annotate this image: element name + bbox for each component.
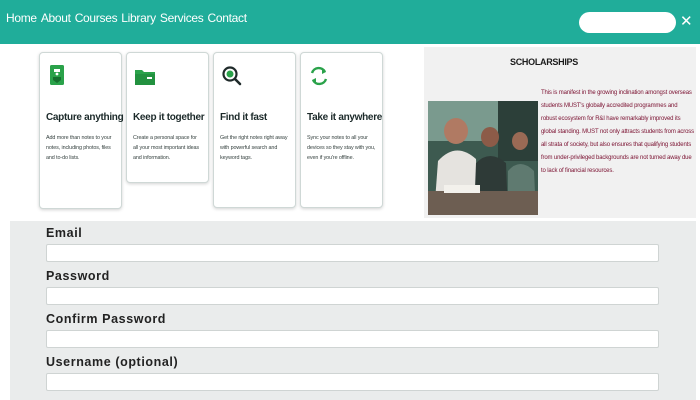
card-description: Add more than notes to your notes, inclu…: [46, 135, 112, 161]
close-icon[interactable]: ✕: [680, 12, 693, 31]
password-label: Password: [46, 269, 110, 283]
card-title: Keep it together: [133, 112, 205, 123]
feature-card-capture[interactable]: Capture anything Add more than notes to …: [39, 52, 124, 209]
card-description: Sync your notes to all your devices so t…: [307, 135, 376, 161]
feature-card-find[interactable]: Find it fast Get the right notes right a…: [213, 52, 296, 208]
email-label: Email: [46, 226, 83, 240]
card-title: Capture anything: [46, 112, 124, 123]
nav-link-library[interactable]: Library: [121, 11, 156, 25]
nav-link-courses[interactable]: Courses: [75, 11, 118, 25]
feature-card-keep[interactable]: Keep it together Create a personal space…: [126, 52, 209, 183]
password-field[interactable]: [46, 287, 659, 305]
nav-link-services[interactable]: Services: [160, 11, 204, 25]
nav-link-about[interactable]: About: [41, 11, 71, 25]
nav-link-home[interactable]: Home: [6, 11, 37, 25]
students-photo: [428, 101, 538, 215]
search-icon: [222, 66, 242, 86]
username-label: Username (optional): [46, 355, 179, 369]
feature-card-take[interactable]: Take it anywhere Sync your notes to all …: [300, 52, 383, 208]
folder-icon: [135, 70, 155, 85]
card-description: Create a personal space for all your mos…: [133, 135, 200, 161]
confirm-password-field[interactable]: [46, 330, 659, 348]
email-field[interactable]: [46, 244, 659, 262]
username-field[interactable]: [46, 373, 659, 391]
sticky-note-icon: [50, 65, 64, 85]
card-title: Find it fast: [220, 112, 267, 123]
confirm-password-label: Confirm Password: [46, 312, 167, 326]
signup-form: Email Password Confirm Password Username…: [10, 221, 696, 400]
card-title: Take it anywhere: [307, 112, 383, 123]
nav-link-contact[interactable]: Contact: [208, 11, 248, 25]
top-navbar: Home About Courses Library Services Cont…: [0, 0, 700, 44]
sync-icon: [310, 66, 328, 86]
scholarships-title: SCHOLARSHIPS: [510, 57, 578, 67]
search-input[interactable]: [579, 12, 676, 33]
scholarships-panel: SCHOLARSHIPS This is manifest in the gro…: [424, 47, 696, 218]
scholarships-text: This is manifest in the growing inclinat…: [541, 90, 694, 174]
card-description: Get the right notes right away with powe…: [220, 135, 288, 161]
nav-links: Home About Courses Library Services Cont…: [6, 11, 247, 25]
